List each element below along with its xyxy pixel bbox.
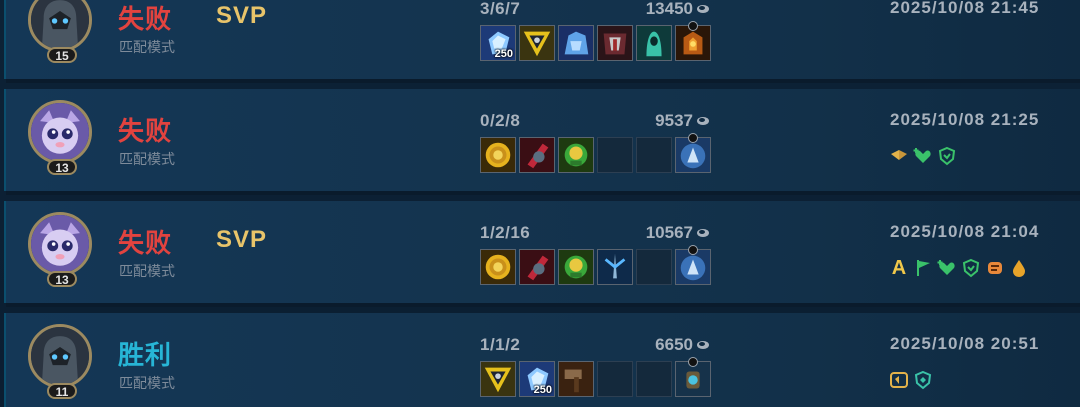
champion-portrait (28, 324, 92, 388)
shield-badge-icon (960, 257, 982, 279)
trinket-pip-icon (688, 133, 698, 143)
match-datetime: 2025/10/08 21:04 (890, 222, 1040, 241)
match-row[interactable]: 15 失败匹配模式 SVP 3/6/7 13450 250 2025/10/08 21:45 (4, 0, 1080, 83)
match-datetime: 2025/10/08 21:25 (890, 110, 1040, 129)
empty-item-slot[interactable] (597, 361, 633, 397)
item-slots: 250 (480, 21, 711, 61)
crimson-blade-item-icon[interactable] (519, 249, 555, 285)
crimson-blade-item-icon[interactable] (519, 137, 555, 173)
match-result: 失败 (118, 5, 173, 35)
flame-drop-badge-icon (1008, 257, 1030, 279)
trinket-pip-icon (688, 245, 698, 255)
empty-item-slot[interactable] (636, 361, 672, 397)
ward-trinket-item-icon[interactable] (675, 245, 711, 285)
gold-stat: 9537 (655, 111, 710, 131)
champion-level-badge: 13 (47, 271, 77, 287)
match-datetime: 2025/10/08 21:45 (890, 0, 1040, 17)
champion-portrait (28, 100, 92, 164)
item-slots (480, 245, 711, 285)
crystal-shard-item-icon[interactable]: 250 (519, 361, 555, 397)
item-stack-count: 250 (533, 384, 552, 396)
kda-stat: 1/2/16 (480, 223, 531, 242)
match-row[interactable]: 11 胜利匹配模式 1/1/2 6650 250 2025/10/08 20:51 (4, 313, 1080, 407)
heal-heart-badge-icon (912, 145, 934, 167)
grade-letter-badge: A (891, 257, 907, 279)
golden-sun-item-icon[interactable] (480, 249, 516, 285)
heal-heart-badge-icon (936, 257, 958, 279)
match-result: 失败 (118, 117, 173, 147)
emerald-mask-item-icon[interactable] (558, 249, 594, 285)
gold-value: 6650 (655, 335, 693, 354)
gold-stat: 6650 (655, 335, 710, 355)
emerald-mask-item-icon[interactable] (558, 137, 594, 173)
match-history-list: 15 失败 匹配模式 SVP 3/6/7 13450 250 2025/10/08 21:45… (0, 0, 1080, 407)
empty-item-slot[interactable] (597, 137, 633, 173)
svp-badge: SVP (216, 226, 268, 253)
match-result: 失败 (118, 229, 173, 259)
game-mode: 匹配模式 (119, 152, 175, 168)
hooded-spirit-item-icon[interactable] (636, 25, 672, 61)
champion-level-badge: 11 (47, 383, 77, 399)
empty-item-slot[interactable] (636, 249, 672, 285)
crystal-shard-item-icon[interactable]: 250 (480, 25, 516, 61)
fist-badge-icon (984, 257, 1006, 279)
golden-triangle-item-icon[interactable] (480, 361, 516, 397)
gold-coin-icon (697, 229, 709, 237)
golden-sun-item-icon[interactable] (480, 137, 516, 173)
achievement-badges (888, 145, 958, 167)
match-result: 胜利 (118, 341, 173, 371)
gold-coin-icon (697, 341, 709, 349)
gold-stat: 10567 (646, 223, 710, 243)
match-row[interactable]: 13 失败匹配模式 0/2/8 9537 2025/10/08 21:25 (4, 89, 1080, 195)
flame-armor-item-icon[interactable] (675, 21, 711, 61)
diamond-shield-badge-icon (912, 369, 934, 391)
dark-armor-item-icon[interactable] (597, 25, 633, 61)
flag-badge-icon (912, 257, 934, 279)
trinket-pip-icon (688, 357, 698, 367)
game-mode: 匹配模式 (119, 264, 175, 280)
gold-stat: 13450 (646, 0, 710, 19)
svp-badge: SVP (216, 2, 268, 29)
trinket-pip-icon (688, 21, 698, 31)
achievement-badges: A (888, 257, 1030, 279)
war-hammer-item-icon[interactable] (558, 361, 594, 397)
gold-coin-icon (697, 117, 709, 125)
wings-badge-icon (888, 145, 910, 167)
ward-trinket-item-icon[interactable] (675, 133, 711, 173)
lightning-staff-item-icon[interactable] (597, 249, 633, 285)
kda-stat: 3/6/7 (480, 0, 521, 18)
match-datetime: 2025/10/08 20:51 (890, 334, 1040, 353)
champion-portrait (28, 212, 92, 276)
lantern-trinket-item-icon[interactable] (675, 357, 711, 397)
item-slots: 250 (480, 357, 711, 397)
champion-portrait (28, 0, 92, 52)
game-mode: 匹配模式 (119, 40, 175, 56)
empty-item-slot[interactable] (636, 137, 672, 173)
gold-value: 10567 (645, 223, 693, 242)
golden-triangle-item-icon[interactable] (519, 25, 555, 61)
game-mode: 匹配模式 (119, 376, 175, 392)
wings-shield-badge-icon (888, 369, 910, 391)
champion-level-badge: 13 (47, 159, 77, 175)
gold-value: 9537 (655, 111, 693, 130)
item-stack-count: 250 (494, 48, 513, 60)
shield-badge-icon (936, 145, 958, 167)
gold-value: 13450 (645, 0, 693, 18)
kda-stat: 1/1/2 (480, 335, 521, 354)
frost-golem-item-icon[interactable] (558, 25, 594, 61)
champion-level-badge: 15 (47, 47, 77, 63)
gold-coin-icon (697, 5, 709, 13)
achievement-badges (888, 369, 934, 391)
match-row[interactable]: 13 失败匹配模式 SVP 1/2/16 10567 2025/10/08 21:04 A (4, 201, 1080, 307)
item-slots (480, 133, 711, 173)
kda-stat: 0/2/8 (480, 111, 521, 130)
